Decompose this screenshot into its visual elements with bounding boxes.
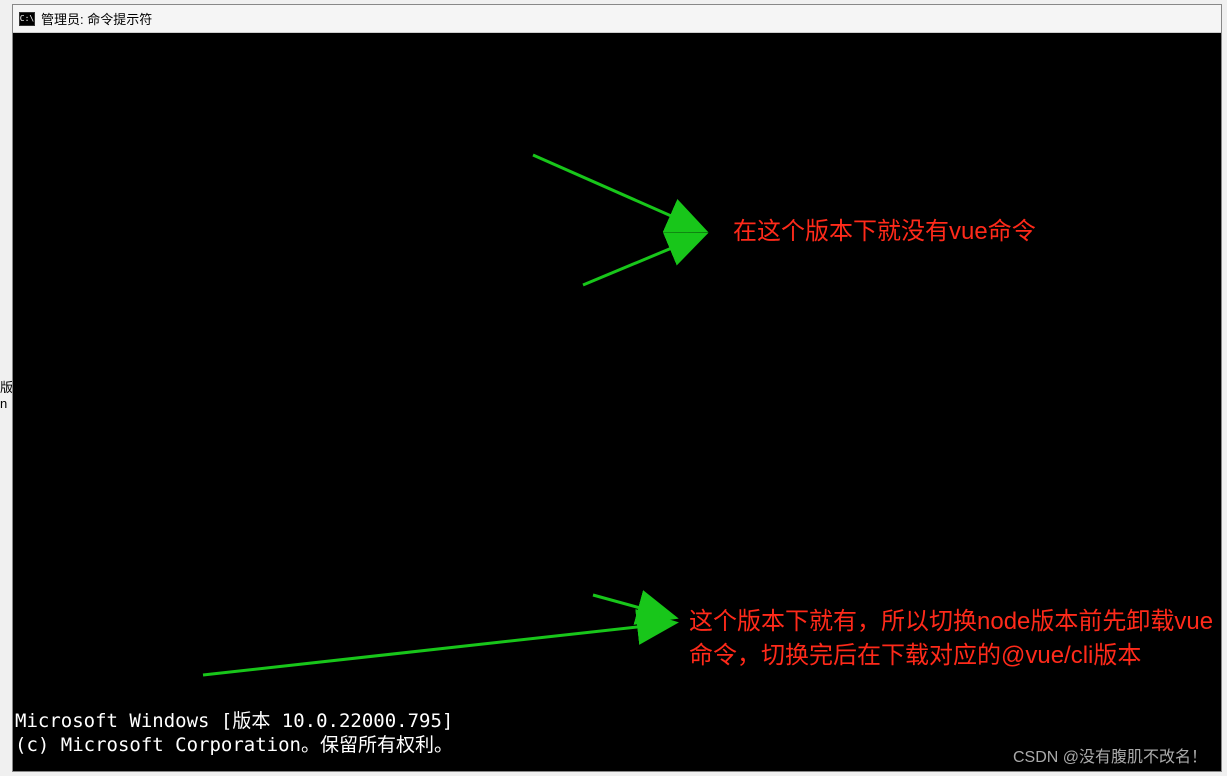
titlebar[interactable]: C:\ 管理员: 命令提示符 — [13, 5, 1221, 33]
annotation-text-1: 在这个版本下就没有vue命令 — [733, 215, 1036, 249]
watermark-text: CSDN @没有腹肌不改名！ — [1013, 743, 1207, 767]
command-prompt-window: C:\ 管理员: 命令提示符 Microsoft Windows [版本 10.… — [12, 4, 1222, 772]
window-title: 管理员: 命令提示符 — [41, 9, 152, 28]
annotation-text-2: 这个版本下就有，所以切换node版本前先卸载vue命令，切换完后在下载对应的@v… — [689, 605, 1219, 673]
cmd-icon: C:\ — [19, 12, 35, 26]
